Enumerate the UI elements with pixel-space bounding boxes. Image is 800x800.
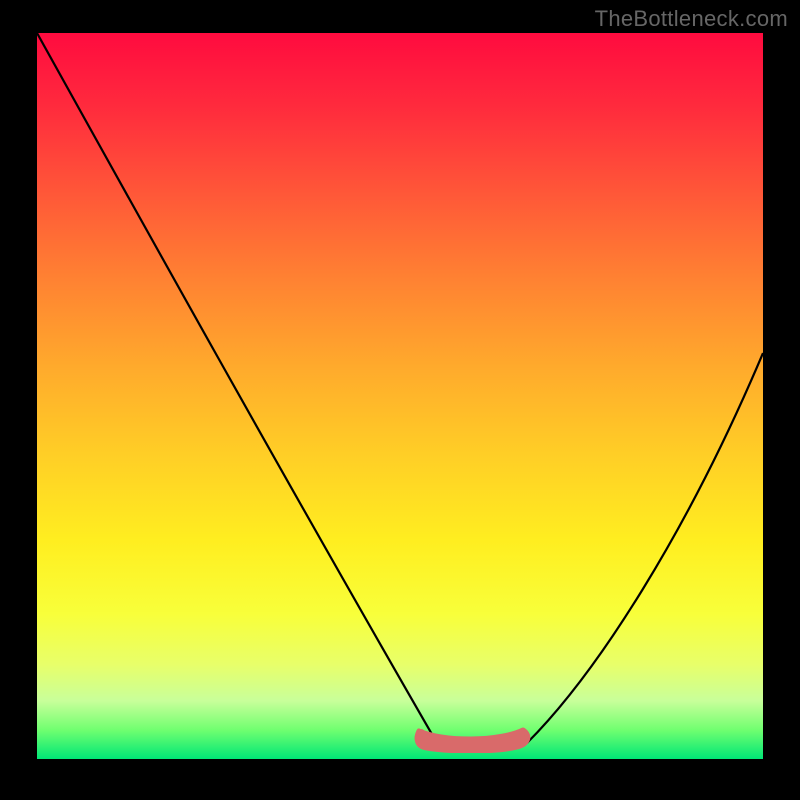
curve-right-path <box>527 353 763 743</box>
highlight-blob <box>417 730 528 751</box>
bottleneck-curve <box>37 33 763 759</box>
highlight-dot-start <box>417 729 425 737</box>
chart-plot-area <box>37 33 763 759</box>
highlight-dot-end <box>519 728 527 736</box>
optimal-highlight <box>413 725 533 753</box>
watermark-text: TheBottleneck.com <box>595 6 788 32</box>
curve-left-path <box>37 33 437 743</box>
